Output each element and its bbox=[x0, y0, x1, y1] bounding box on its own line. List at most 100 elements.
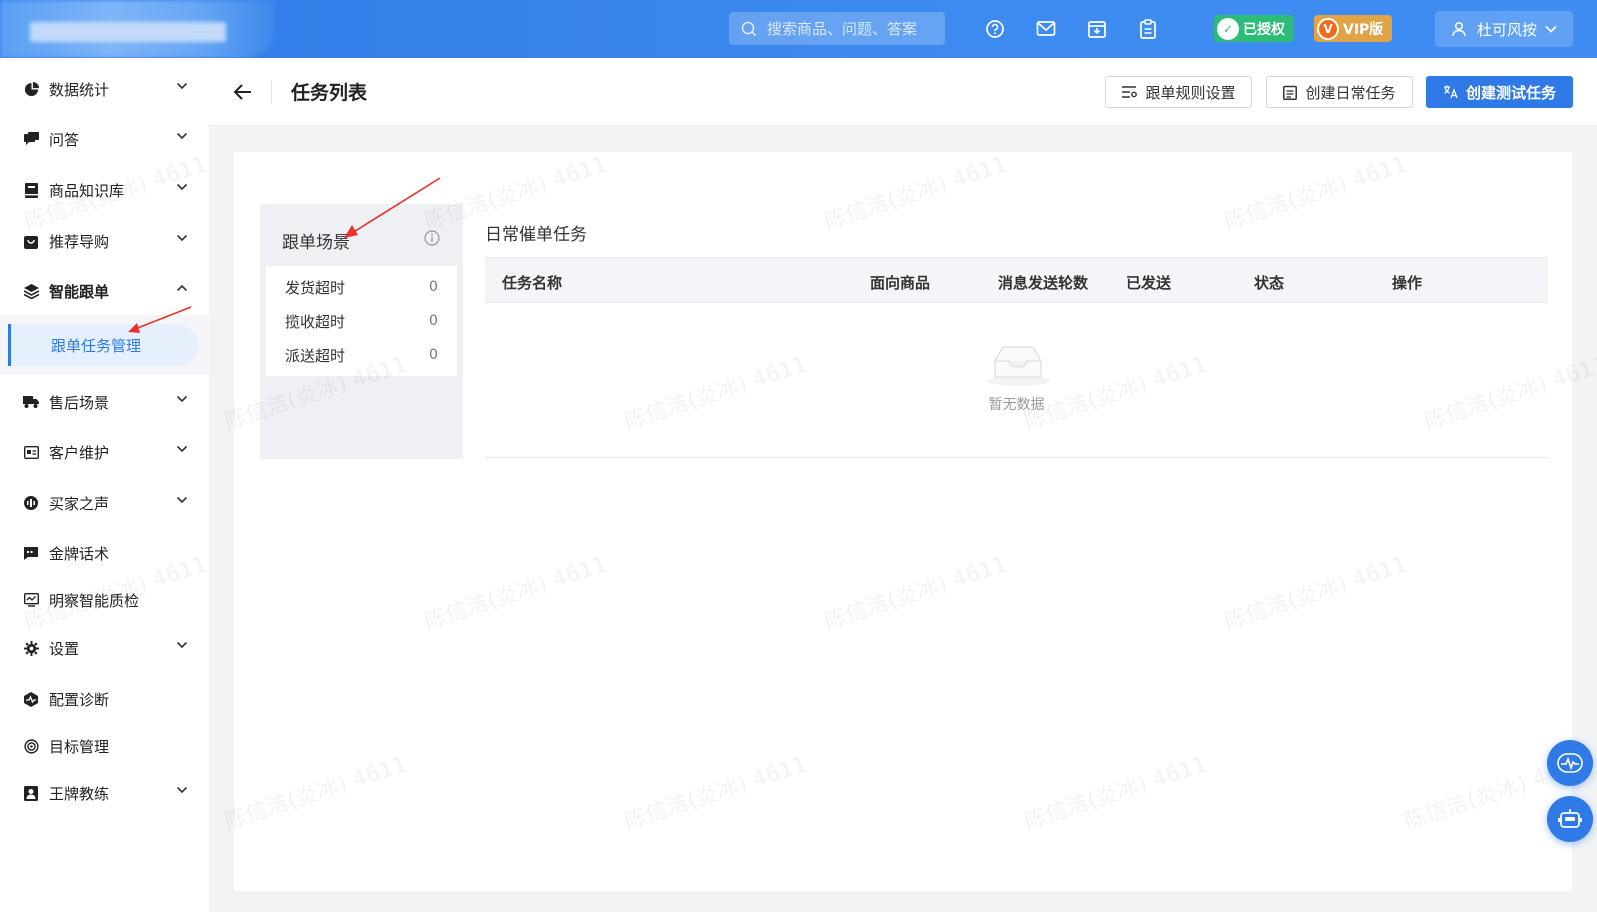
vip-v-icon: V bbox=[1317, 17, 1339, 40]
sidebar-item-goal-management[interactable]: 目标管理 bbox=[0, 726, 209, 766]
id-card-icon bbox=[23, 444, 39, 460]
top-bar: 搜索商品、问题、答案 ✓ 已授权 V VIP版 杜可风按 bbox=[0, 0, 1597, 58]
app-logo-blurred[interactable] bbox=[0, 0, 275, 58]
scene-item-count: 0 bbox=[429, 279, 438, 295]
sidebar-subgroup: 跟单任务管理 bbox=[0, 315, 209, 375]
sidebar-item-qa[interactable]: 问答 bbox=[0, 119, 209, 159]
bag-icon bbox=[23, 233, 39, 249]
user-menu[interactable]: 杜可风按 bbox=[1435, 11, 1573, 47]
chevron-down-icon bbox=[1545, 25, 1557, 33]
user-icon bbox=[1452, 21, 1466, 37]
book-icon bbox=[23, 182, 39, 198]
back-arrow-icon[interactable] bbox=[231, 80, 255, 104]
column-header: 消息发送轮数 bbox=[998, 274, 1089, 292]
sidebar-item-label: 金牌话术 bbox=[49, 544, 110, 563]
page-header: 任务列表 跟单规则设置 创建日常任务 创建测试任务 bbox=[209, 58, 1597, 126]
sidebar-item-label: 商品知识库 bbox=[49, 181, 125, 200]
authorized-badge[interactable]: ✓ 已授权 bbox=[1214, 15, 1294, 42]
floating-monitor-button[interactable] bbox=[1547, 740, 1593, 786]
floating-robot-button[interactable] bbox=[1547, 796, 1593, 842]
mail-icon[interactable] bbox=[1035, 18, 1057, 40]
target-icon bbox=[23, 738, 39, 754]
sidebar-item-data-stats[interactable]: 数据统计 bbox=[0, 69, 209, 109]
sidebar-item-quality-check[interactable]: 明察智能质检 bbox=[0, 580, 209, 620]
scene-item-label: 派送超时 bbox=[285, 346, 346, 365]
sidebar-item-ace-coach[interactable]: 王牌教练 bbox=[0, 773, 209, 813]
create-test-task-label: 创建测试任务 bbox=[1465, 83, 1556, 102]
sidebar-item-label: 目标管理 bbox=[49, 737, 110, 756]
sidebar-item-customer-care[interactable]: 客户维护 bbox=[0, 432, 209, 472]
chevron-down-icon bbox=[176, 82, 188, 90]
sidebar-item-golden-scripts[interactable]: 金牌话术 bbox=[0, 533, 209, 573]
tracking-scene-panel: 跟单场景 发货超时 0 揽收超时 0 派送超时 0 bbox=[260, 204, 463, 459]
sidebar-subitem-task-management[interactable]: 跟单任务管理 bbox=[8, 324, 198, 366]
rules-settings-button[interactable]: 跟单规则设置 bbox=[1105, 76, 1252, 108]
vip-label: VIP版 bbox=[1343, 21, 1384, 38]
robot-icon bbox=[1558, 809, 1582, 828]
scene-item-pickup-timeout[interactable]: 揽收超时 0 bbox=[266, 304, 457, 338]
search-input[interactable]: 搜索商品、问题、答案 bbox=[729, 12, 945, 45]
create-daily-task-button[interactable]: 创建日常任务 bbox=[1266, 76, 1413, 108]
create-daily-task-label: 创建日常任务 bbox=[1305, 83, 1396, 102]
sidebar-item-recommend[interactable]: 推荐导购 bbox=[0, 221, 209, 261]
sidebar: 数据统计 问答 商品知识库 推荐导购 智能跟单 跟单任务管理 售后场景 客户维护… bbox=[0, 58, 209, 912]
sidebar-item-buyer-voice[interactable]: 买家之声 bbox=[0, 483, 209, 523]
speech-icon bbox=[23, 545, 39, 561]
chevron-down-icon bbox=[176, 496, 188, 504]
sidebar-item-config-diagnosis[interactable]: 配置诊断 bbox=[0, 679, 209, 719]
chat-icon bbox=[23, 131, 39, 147]
sidebar-item-settings[interactable]: 设置 bbox=[0, 628, 209, 668]
scene-item-label: 发货超时 bbox=[285, 278, 346, 297]
sidebar-item-product-knowledge[interactable]: 商品知识库 bbox=[0, 170, 209, 210]
shield-check-icon: ✓ bbox=[1217, 17, 1239, 40]
layers-icon bbox=[23, 283, 39, 299]
chevron-down-icon bbox=[176, 786, 188, 794]
sidebar-item-smart-tracking[interactable]: 智能跟单 bbox=[0, 271, 209, 311]
sidebar-item-label: 王牌教练 bbox=[49, 784, 110, 803]
sidebar-item-label: 推荐导购 bbox=[49, 232, 110, 251]
search-icon bbox=[741, 21, 757, 36]
gear-icon bbox=[23, 640, 39, 656]
column-header: 操作 bbox=[1392, 274, 1423, 292]
vip-badge[interactable]: V VIP版 bbox=[1314, 15, 1392, 42]
scene-item-count: 0 bbox=[429, 313, 438, 329]
page-title: 任务列表 bbox=[291, 82, 368, 104]
username: 杜可风按 bbox=[1477, 20, 1538, 39]
column-header: 面向商品 bbox=[870, 274, 931, 292]
monitor-icon bbox=[23, 592, 39, 608]
chevron-down-icon bbox=[176, 445, 188, 453]
scene-item-shipping-timeout[interactable]: 发货超时 0 bbox=[266, 270, 457, 304]
calendar-icon bbox=[1283, 85, 1298, 100]
table-header: 任务名称 面向商品 消息发送轮数 已发送 状态 操作 bbox=[485, 257, 1548, 303]
scene-item-delivery-timeout[interactable]: 派送超时 0 bbox=[266, 338, 457, 372]
diagnosis-icon bbox=[23, 691, 39, 707]
create-test-task-button[interactable]: 创建测试任务 bbox=[1426, 76, 1573, 108]
clipboard-icon[interactable] bbox=[1137, 18, 1159, 40]
table-empty-state: 暂无数据 bbox=[485, 303, 1548, 458]
inbox-icon[interactable] bbox=[1086, 18, 1108, 40]
sidebar-item-label: 售后场景 bbox=[49, 393, 110, 412]
authorized-label: 已授权 bbox=[1243, 21, 1285, 38]
scene-title: 跟单场景 bbox=[282, 233, 350, 253]
chevron-down-icon bbox=[176, 183, 188, 191]
coach-icon bbox=[23, 785, 39, 801]
column-header: 状态 bbox=[1254, 274, 1285, 292]
sidebar-item-label: 问答 bbox=[49, 130, 80, 149]
sidebar-item-label: 明察智能质检 bbox=[49, 591, 140, 610]
sidebar-item-label: 客户维护 bbox=[49, 443, 110, 462]
pie-chart-icon bbox=[23, 81, 39, 97]
sidebar-item-label: 数据统计 bbox=[49, 80, 110, 99]
voice-icon bbox=[23, 495, 39, 511]
search-placeholder: 搜索商品、问题、答案 bbox=[767, 20, 918, 38]
heartbeat-icon bbox=[1557, 753, 1583, 773]
column-header: 已发送 bbox=[1126, 274, 1172, 292]
sidebar-item-after-sales[interactable]: 售后场景 bbox=[0, 382, 209, 422]
scene-item-label: 揽收超时 bbox=[285, 312, 346, 331]
sidebar-item-label: 配置诊断 bbox=[49, 690, 110, 709]
task-section-title: 日常催单任务 bbox=[485, 225, 587, 245]
filter-settings-icon bbox=[1122, 86, 1138, 98]
info-icon[interactable] bbox=[424, 230, 440, 246]
chevron-down-icon bbox=[176, 641, 188, 649]
rules-settings-label: 跟单规则设置 bbox=[1145, 83, 1236, 102]
help-icon[interactable] bbox=[984, 18, 1006, 40]
